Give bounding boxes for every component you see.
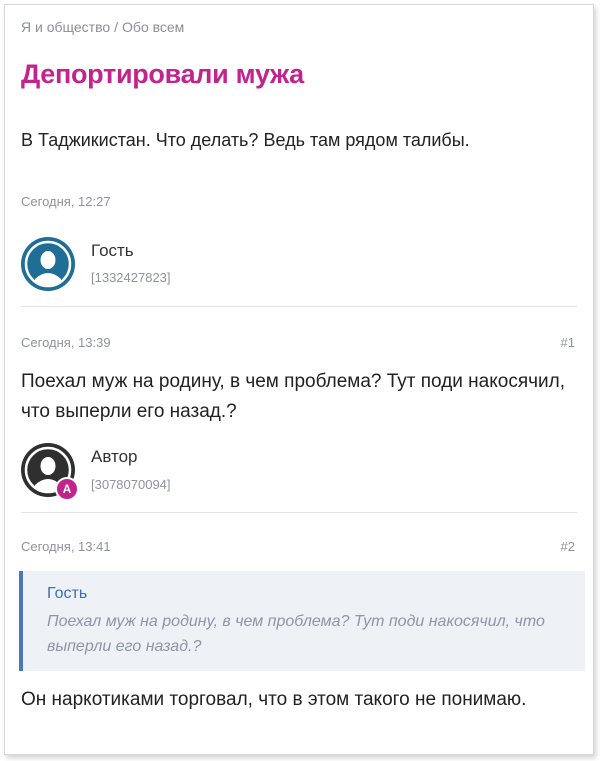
quote-text: Поехал муж на родину, в чем проблема? Ту… bbox=[47, 613, 545, 655]
breadcrumb-item-about-all[interactable]: Обо всем bbox=[122, 19, 184, 35]
reply-1-time: Сегодня, 13:39 bbox=[21, 335, 111, 350]
breadcrumb: Я и общество / Обо всем bbox=[21, 19, 184, 35]
reply-1-number[interactable]: #1 bbox=[561, 335, 575, 350]
reply-2-number[interactable]: #2 bbox=[561, 539, 575, 554]
post-divider bbox=[21, 306, 577, 307]
topic-text: В Таджикистан. Что делать? Ведь там рядо… bbox=[21, 130, 470, 150]
reply-2-time: Сегодня, 13:41 bbox=[21, 539, 111, 554]
topic-time: Сегодня, 12:27 bbox=[21, 194, 111, 209]
topic-title: Депортировали мужа bbox=[21, 59, 304, 89]
reply-2-text: Он наркотиками торговал, что в этом тако… bbox=[21, 689, 527, 710]
breadcrumb-separator: / bbox=[114, 19, 119, 35]
guest-name[interactable]: Гость bbox=[91, 241, 134, 261]
reply-1-text: Поехал муж на родину, в чем проблема? Ту… bbox=[21, 371, 565, 422]
quote-author[interactable]: Гость bbox=[47, 585, 87, 603]
post-divider bbox=[21, 512, 577, 513]
guest-id: [1332427823] bbox=[91, 270, 171, 285]
forum-page: Я и общество / Обо всем Депортировали мужа… bbox=[4, 4, 594, 755]
user-silhouette-icon bbox=[21, 237, 75, 291]
author-avatar[interactable]: A bbox=[21, 443, 79, 501]
quote-block: Гость Поехал муж на родину, в чем пробле… bbox=[19, 571, 585, 671]
author-badge: A bbox=[55, 477, 79, 501]
author-name[interactable]: Автор bbox=[91, 447, 138, 467]
author-id: [3078070094] bbox=[91, 477, 171, 492]
guest-avatar[interactable] bbox=[21, 237, 75, 291]
breadcrumb-item-society[interactable]: Я и общество bbox=[21, 19, 110, 35]
